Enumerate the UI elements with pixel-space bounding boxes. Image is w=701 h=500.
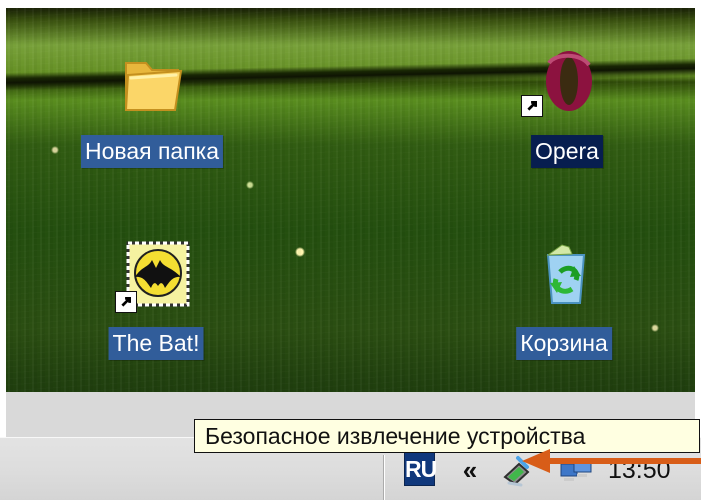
folder-icon [124, 62, 183, 111]
taskbar-separator [383, 455, 384, 500]
desktop-screen: Новая папка Opera The Bat! Корзина RU « … [0, 0, 701, 500]
desktop-icon-recycle-bin[interactable]: Корзина [464, 237, 664, 360]
screen-left-border [0, 0, 6, 500]
orange-pointer-arrow [522, 449, 701, 473]
desktop-icon-new-folder[interactable]: Новая папка [52, 45, 252, 168]
the-bat-shortcut-arrow-icon [115, 291, 137, 313]
show-hidden-icons-button[interactable]: « [455, 457, 485, 488]
opera-label: Opera [531, 135, 603, 168]
screen-top-border [0, 0, 701, 8]
recycle-bin-label: Корзина [516, 327, 612, 360]
new-folder-label: Новая папка [80, 135, 224, 168]
desktop-icon-opera[interactable]: Opera [467, 45, 667, 168]
opera-shortcut-arrow-icon [521, 95, 543, 117]
desktop-icon-the-bat[interactable]: The Bat! [56, 237, 256, 360]
the-bat-label: The Bat! [108, 327, 204, 360]
language-indicator-button[interactable]: RU [404, 451, 437, 486]
recycle-bin-icon [546, 244, 586, 304]
